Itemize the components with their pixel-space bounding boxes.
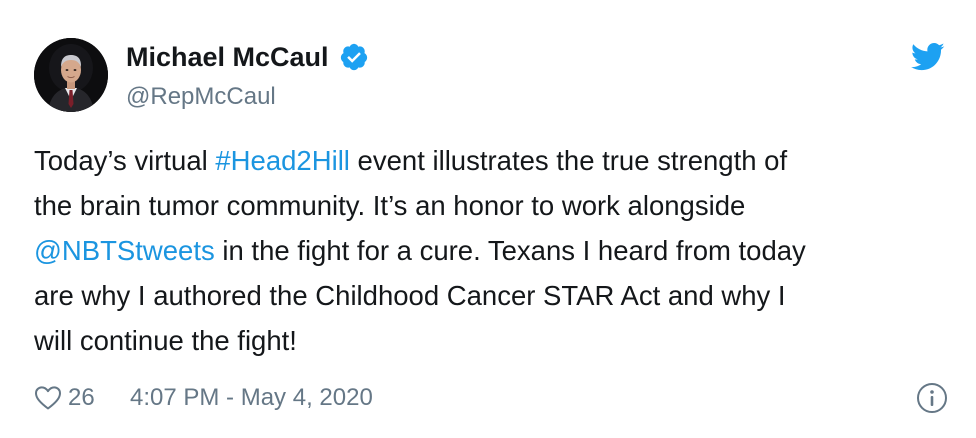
- tweet-text-segment: in the fight for a cure. Texans I heard …: [214, 235, 806, 266]
- info-icon[interactable]: [916, 382, 948, 414]
- tweet-text-segment: the brain tumor community. It’s an honor…: [34, 190, 746, 221]
- tweet-line: the brain tumor community. It’s an honor…: [34, 183, 934, 228]
- tweet-line: are why I authored the Childhood Cancer …: [34, 273, 934, 318]
- tweet-text-segment: event illustrates the true strength of: [349, 145, 788, 176]
- tweet-text-segment: are why I authored the Childhood Cancer …: [34, 280, 786, 311]
- tweet-timestamp[interactable]: 4:07 PM - May 4, 2020: [130, 380, 373, 416]
- tweet-text-segment: Today’s virtual: [34, 145, 216, 176]
- avatar-portrait-image: [34, 38, 108, 112]
- mention-link[interactable]: @NBTStweets: [34, 235, 215, 266]
- heart-icon: [34, 385, 62, 411]
- tweet-card: Michael McCaul @RepMcCaul Today’s virtua…: [0, 0, 976, 438]
- like-button[interactable]: 26: [34, 380, 95, 416]
- tweet-text: Today’s virtual #Head2Hill event illustr…: [34, 138, 934, 363]
- verified-badge-icon: [339, 42, 369, 72]
- author-display-name[interactable]: Michael McCaul: [126, 40, 329, 74]
- author-name-row: Michael McCaul: [126, 40, 369, 74]
- author-avatar[interactable]: [34, 38, 108, 112]
- tweet-text-segment: will continue the fight!: [34, 325, 297, 356]
- tweet-line: will continue the fight!: [34, 318, 934, 363]
- tweet-footer: 26 4:07 PM - May 4, 2020: [34, 380, 948, 416]
- like-count: 26: [68, 384, 95, 411]
- tweet-line: @NBTStweets in the fight for a cure. Tex…: [34, 228, 934, 273]
- author-handle[interactable]: @RepMcCaul: [126, 82, 276, 112]
- tweet-line: Today’s virtual #Head2Hill event illustr…: [34, 138, 934, 183]
- twitter-bird-icon[interactable]: [911, 42, 945, 72]
- hashtag-link[interactable]: #Head2Hill: [215, 145, 350, 176]
